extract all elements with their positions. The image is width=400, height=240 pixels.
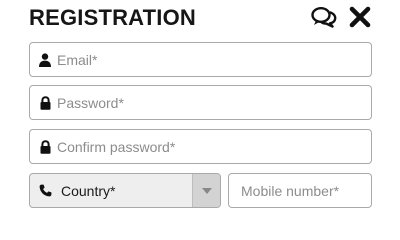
email-field[interactable] xyxy=(29,42,372,77)
confirm-password-field[interactable] xyxy=(29,129,372,164)
caret-down-icon[interactable] xyxy=(192,174,220,207)
mobile-number-input[interactable] xyxy=(241,175,371,206)
password-field[interactable] xyxy=(29,85,372,120)
close-icon[interactable] xyxy=(349,6,371,28)
lock-icon xyxy=(33,86,57,119)
confirm-password-input[interactable] xyxy=(57,131,357,162)
country-select[interactable]: Country* xyxy=(29,173,221,208)
registration-panel: REGISTRATION Email* Country* Mobile numb… xyxy=(0,0,400,211)
password-input[interactable] xyxy=(57,87,357,118)
chat-bubbles-icon[interactable] xyxy=(311,6,337,28)
lock-icon xyxy=(33,130,57,163)
email-input[interactable] xyxy=(57,44,357,75)
phone-icon xyxy=(33,174,57,207)
country-selected-value: Country* xyxy=(61,182,116,199)
page-title: REGISTRATION xyxy=(29,5,196,30)
mobile-number-field[interactable] xyxy=(228,173,372,208)
user-icon xyxy=(33,43,57,76)
